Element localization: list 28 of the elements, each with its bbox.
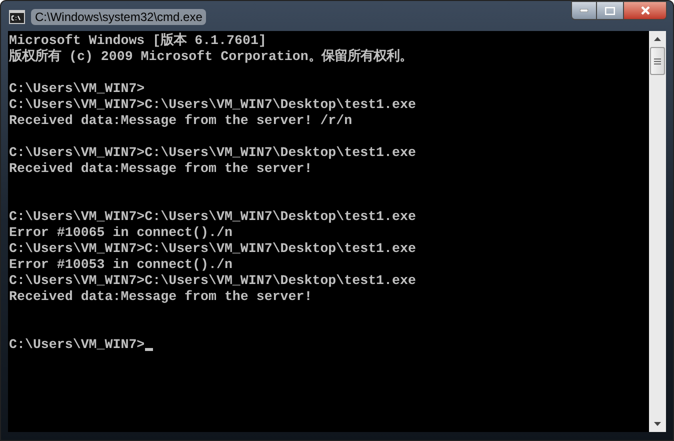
- console-line: Microsoft Windows [版本 6.1.7601]: [9, 33, 266, 48]
- minimize-icon: [580, 9, 588, 12]
- close-button[interactable]: [623, 1, 667, 20]
- console-line: Received data:Message from the server!: [9, 289, 312, 305]
- console-line: C:\Users\VM_WIN7>C:\Users\VM_WIN7\Desktop\test1.exe: [9, 241, 416, 257]
- console-line: C:\Users\VM_WIN7>C:\Users\VM_WIN7\Desktop\test1.exe: [9, 209, 416, 225]
- console-line: 版权所有 (c) 2009 Microsoft Corporation。保留所有权利。: [9, 49, 412, 65]
- scroll-down-arrow-icon[interactable]: [654, 422, 661, 426]
- console-line: Received data:Message from the server! /r/n: [9, 113, 352, 129]
- console-icon: [9, 10, 25, 24]
- command-prompt: C:\Users\VM_WIN7>: [9, 337, 145, 353]
- console-line: C:\Users\VM_WIN7>C:\Users\VM_WIN7\Desktop\test1.exe: [9, 273, 416, 289]
- window-title: C:\Windows\system32\cmd.exe: [31, 9, 206, 25]
- scrollbar-thumb[interactable]: [650, 47, 665, 75]
- text-cursor: [144, 348, 153, 351]
- console-line: C:\Users\VM_WIN7>C:\Users\VM_WIN7\Desktop\test1.exe: [9, 145, 416, 161]
- minimize-button[interactable]: [571, 1, 597, 20]
- vertical-scrollbar[interactable]: [649, 31, 666, 432]
- maximize-icon: [605, 6, 615, 14]
- console-line: C:\Users\VM_WIN7>C:\Users\VM_WIN7\Desktop\test1.exe: [9, 97, 416, 113]
- grip-icon: [654, 58, 661, 64]
- scroll-up-arrow-icon[interactable]: [654, 37, 661, 41]
- console-line: Error #10065 in connect()./n: [9, 225, 232, 241]
- console-line: C:\Users\VM_WIN7>: [9, 81, 145, 97]
- close-icon: [640, 6, 650, 15]
- console-line: Error #10053 in connect()./n: [9, 257, 232, 273]
- console-line: Received data:Message from the server!: [9, 161, 312, 177]
- maximize-button[interactable]: [597, 1, 623, 20]
